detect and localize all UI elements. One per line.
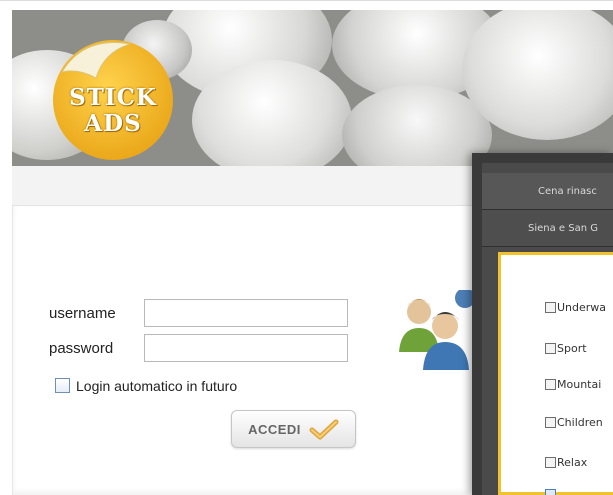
checkmark-icon bbox=[309, 419, 339, 440]
username-field[interactable] bbox=[144, 299, 348, 327]
password-label: password bbox=[49, 340, 114, 357]
category-item[interactable]: Underwa bbox=[545, 301, 606, 314]
category-label: Sport bbox=[557, 342, 587, 355]
header-banner: STICK ADS bbox=[12, 10, 613, 166]
category-label: Relax bbox=[557, 456, 588, 469]
menu-item[interactable]: Siena e San G bbox=[482, 210, 613, 247]
category-item[interactable]: Relax bbox=[545, 456, 587, 469]
logo-text: ADS bbox=[84, 110, 142, 137]
category-checkbox[interactable] bbox=[545, 457, 556, 468]
login-button[interactable]: ACCEDI bbox=[231, 410, 356, 448]
category-checkbox[interactable] bbox=[545, 417, 556, 428]
category-checkbox[interactable] bbox=[545, 343, 556, 354]
category-checkbox[interactable] bbox=[545, 302, 556, 313]
category-item[interactable]: Sport bbox=[545, 342, 587, 355]
users-icon bbox=[399, 290, 475, 370]
menu-item[interactable]: Cena rinasc bbox=[482, 173, 613, 210]
overlay-window: Cena rinasc Siena e San G bbox=[472, 153, 613, 495]
stickads-logo[interactable]: STICK ADS bbox=[44, 34, 182, 162]
category-item[interactable]: Mountai bbox=[545, 378, 601, 391]
category-label: Underwa bbox=[557, 301, 607, 314]
category-item[interactable]: Children bbox=[545, 416, 603, 429]
category-checkbox[interactable] bbox=[545, 379, 556, 390]
category-item[interactable] bbox=[545, 489, 557, 495]
logo-text: STICK bbox=[69, 84, 157, 111]
remember-checkbox[interactable] bbox=[55, 378, 70, 393]
login-button-label: ACCEDI bbox=[248, 421, 301, 437]
category-label: Children bbox=[557, 416, 603, 429]
category-label: Mountai bbox=[557, 378, 602, 391]
category-checkbox[interactable] bbox=[545, 489, 556, 495]
username-label: username bbox=[49, 305, 116, 322]
password-field[interactable] bbox=[144, 334, 348, 362]
stone-decoration bbox=[192, 60, 352, 166]
remember-label[interactable]: Login automatico in futuro bbox=[76, 378, 237, 394]
